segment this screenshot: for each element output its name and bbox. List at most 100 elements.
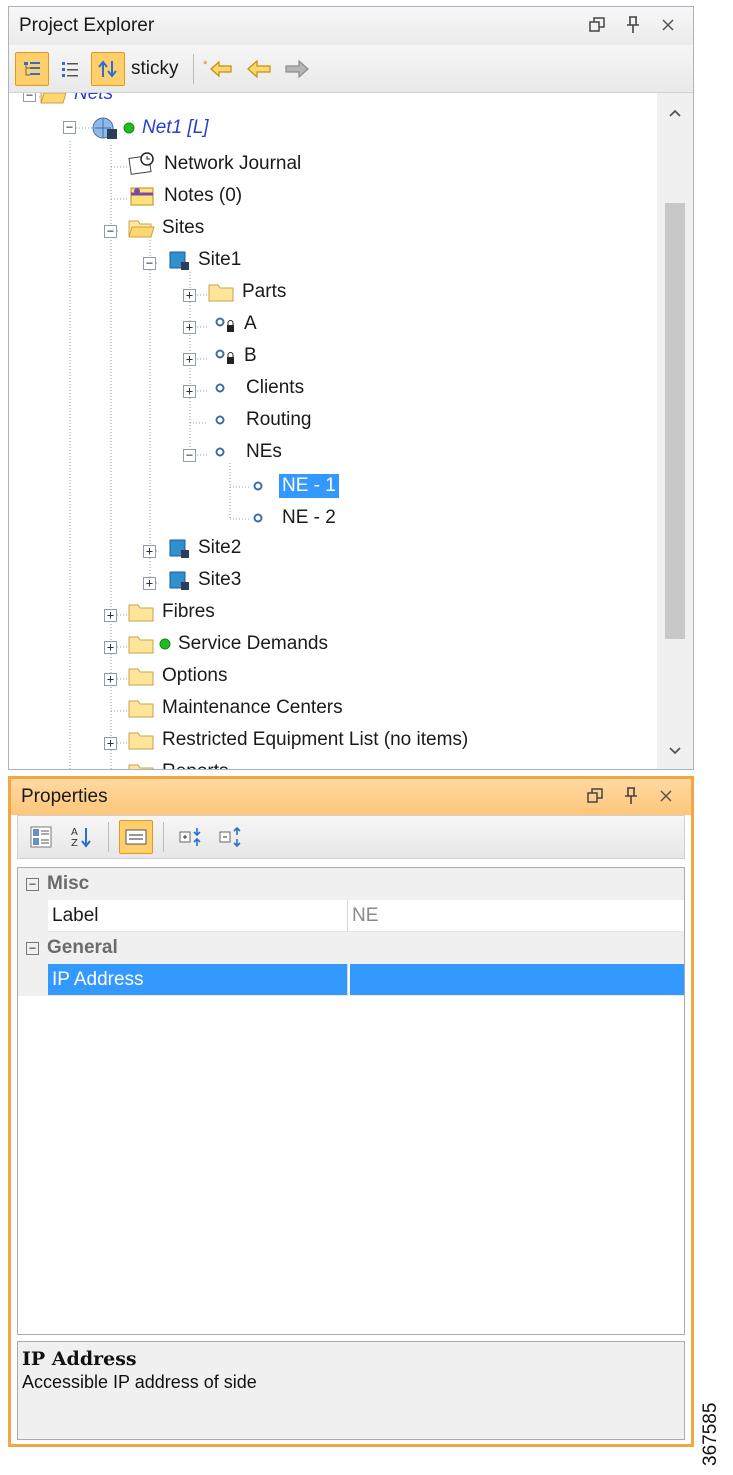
restore-icon[interactable] [587,787,603,807]
forward-button[interactable] [280,52,314,86]
alphabetical-button[interactable]: AZ [64,820,98,854]
tree-toggle-site1[interactable]: − [143,257,156,270]
tree-label-network-journal: Network Journal [164,153,302,174]
folder-icon [128,604,154,622]
close-icon[interactable] [661,18,675,35]
tree-label-parts: Parts [242,281,287,302]
tree-label-net1: Net1 [L] [142,117,209,138]
tree-label-sites: Sites [162,217,205,238]
chevron-up-icon [669,109,681,117]
folder-icon [128,668,154,686]
list-view-button[interactable] [53,52,87,86]
back-icon [246,59,271,78]
pin-icon[interactable] [625,15,641,37]
sticky-toggle[interactable]: sticky [131,58,179,80]
tree-item-maintenance-centers[interactable]: Maintenance Centers [127,693,346,723]
tree-item-options[interactable]: Options [127,661,230,691]
back-new-icon: * [203,59,232,77]
tree-item-net1[interactable]: Net1 [L] [89,113,212,143]
category-collapse-icon[interactable]: − [26,877,39,891]
tree-view-icon [24,61,40,75]
tree-item-site2[interactable]: Site2 [167,533,244,563]
tree-toggle-site2[interactable]: + [143,545,156,558]
project-tree[interactable]: − Nets − Net1 [L] Network Journal Notes … [9,93,657,769]
tree-toggle-nes[interactable]: − [183,449,196,462]
tree-toggle-net1[interactable]: − [63,121,76,134]
tree-item-service-demands[interactable]: Service Demands [127,629,331,659]
tree-view-button[interactable] [15,51,49,86]
property-grid[interactable]: − Misc Label NE − General IP Address [17,867,685,1335]
folder-icon [128,732,154,750]
tree-item-reports[interactable]: Reports [127,757,232,769]
tree-toggle-restricted[interactable]: + [104,737,117,750]
tree-item-b[interactable]: B [213,341,260,371]
project-explorer-window-controls [589,7,675,45]
category-misc[interactable]: − Misc [18,868,684,900]
tree-label-maintenance-centers: Maintenance Centers [162,697,343,718]
tree-item-a[interactable]: A [213,309,260,339]
back-button[interactable] [242,52,276,86]
category-general[interactable]: − General [18,932,684,964]
tree-toggle-service-demands[interactable]: + [104,641,117,654]
tree-item-site1[interactable]: Site1 [167,245,244,275]
tree-item-ne-1[interactable]: NE - 1 [249,471,339,501]
tree-item-sites[interactable]: Sites [127,213,207,243]
project-explorer-header: Project Explorer [9,7,693,45]
open-folder-icon [40,93,67,104]
close-icon[interactable] [659,789,673,806]
tree-item-parts[interactable]: Parts [207,277,289,307]
tree-toggle-parts[interactable]: + [183,289,196,302]
tree-item-routing[interactable]: Routing [213,405,315,435]
tree-scrollbar[interactable] [657,93,693,769]
chevron-down-icon [669,747,681,755]
tree-label-options: Options [162,665,228,686]
scroll-down-button[interactable] [657,733,693,769]
properties-panel: Properties AZ − Misc Label NE − General … [8,776,694,1447]
property-row-label[interactable]: Label NE [18,900,684,932]
tree-item-ne-2[interactable]: NE - 2 [249,503,339,533]
tree-item-clients[interactable]: Clients [213,373,307,403]
property-value-ip-address[interactable] [348,964,684,996]
tree-toggle-a[interactable]: + [183,321,196,334]
tree-toggle-clients[interactable]: + [183,385,196,398]
toolbar-separator [108,822,109,852]
category-collapse-icon[interactable]: − [26,941,39,955]
sync-button[interactable] [91,51,125,86]
tree-item-fibres[interactable]: Fibres [127,597,218,627]
tree-label-site1: Site1 [198,249,242,270]
expand-all-button[interactable] [174,820,208,854]
tree-toggle-options[interactable]: + [104,673,117,686]
pin-icon[interactable] [623,786,639,808]
property-pages-button[interactable] [119,820,153,854]
property-pages-icon [125,829,147,845]
sync-icon [98,59,117,78]
tree-item-nets[interactable]: Nets [39,93,116,109]
figure-id-label: 367585 [700,1402,721,1466]
tree-toggle-fibres[interactable]: + [104,609,117,622]
categorized-button[interactable] [24,820,58,854]
tree-label-routing: Routing [246,409,312,430]
folder-icon [208,284,234,302]
tree-item-nes[interactable]: NEs [213,437,285,467]
back-new-button[interactable]: * [202,52,238,86]
tree-label-a: A [244,313,257,334]
tree-item-restricted-equipment[interactable]: Restricted Equipment List (no items) [127,725,471,755]
folder-icon [128,764,154,769]
tree-toggle-site3[interactable]: + [143,577,156,590]
scroll-thumb[interactable] [665,203,685,639]
restore-icon[interactable] [589,16,605,36]
scroll-up-button[interactable] [657,95,693,131]
properties-title: Properties [21,786,108,807]
tree-item-notes[interactable]: Notes (0) [127,181,245,211]
open-folder-icon [128,220,155,238]
property-row-ip-address[interactable]: IP Address [18,964,684,996]
tree-toggle-nets[interactable]: − [23,93,36,102]
svg-text:A: A [71,827,78,838]
tree-toggle-b[interactable]: + [183,353,196,366]
tree-toggle-sites[interactable]: − [104,225,117,238]
tree-item-network-journal[interactable]: Network Journal [127,149,304,179]
property-value-label[interactable]: NE [348,900,684,932]
tree-label-notes: Notes (0) [164,185,243,206]
tree-item-site3[interactable]: Site3 [167,565,244,595]
collapse-all-button[interactable] [214,820,248,854]
